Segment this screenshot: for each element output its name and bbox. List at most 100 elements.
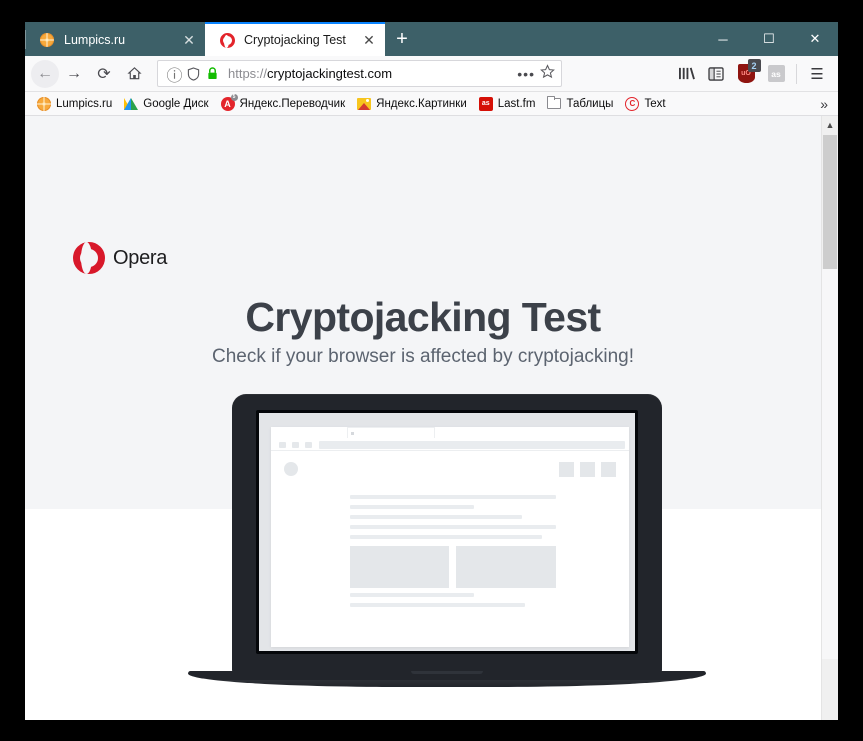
mock-browser-window (271, 427, 629, 647)
mock-text-line (350, 603, 525, 607)
mock-widget (580, 462, 595, 477)
scroll-down-icon[interactable]: ▼ (822, 715, 838, 721)
bookmark-yandex-images[interactable]: Яндекс.Картинки (351, 93, 473, 115)
extension-toolbar: uO 2 as ☰ (671, 59, 832, 88)
orange-slice-icon (37, 96, 51, 111)
opera-o-icon (73, 242, 105, 274)
tab-title: Lumpics.ru (64, 32, 126, 47)
bookmark-tablitsy-folder[interactable]: Таблицы (541, 93, 619, 115)
home-glyph (126, 67, 142, 80)
tab-cryptojacking-test[interactable]: Cryptojacking Test ✕ (205, 22, 385, 56)
home-icon[interactable] (119, 60, 149, 88)
yandex-images-icon (357, 97, 372, 111)
shield-icon[interactable] (184, 64, 203, 83)
scrollbar-track[interactable] (822, 269, 838, 659)
bookmark-lastfm[interactable]: as Last.fm (473, 93, 542, 115)
toolbar-divider (796, 63, 797, 84)
bookmark-label: Таблицы (566, 97, 614, 110)
ublock-origin-icon[interactable]: uO 2 (731, 59, 761, 88)
reload-icon[interactable]: ⟳ (89, 60, 119, 88)
close-icon[interactable]: ✕ (359, 30, 379, 50)
ublock-badge: 2 (747, 59, 761, 72)
bookmark-google-drive[interactable]: Google Диск (118, 93, 214, 115)
forward-icon[interactable]: → (59, 60, 89, 88)
laptop-bezel (256, 410, 638, 654)
mock-image-block (350, 546, 449, 588)
tab-title: Cryptojacking Test (244, 33, 346, 47)
mock-url-field (319, 441, 625, 449)
mock-text-line (350, 515, 522, 519)
mock-text-line (350, 495, 556, 499)
bookmark-label: Lumpics.ru (56, 97, 113, 110)
bookmark-label: Google Диск (143, 97, 209, 110)
close-icon[interactable]: ✕ (179, 30, 199, 50)
laptop-screen (259, 413, 635, 651)
mock-image-block (456, 546, 556, 588)
opera-icon (219, 32, 235, 48)
back-icon[interactable]: ← (31, 59, 59, 88)
bookmark-star-icon[interactable] (540, 63, 555, 84)
url-host: cryptojackingtest.com (267, 66, 393, 81)
laptop-base-gloss (215, 680, 677, 687)
bookmark-label: Text (644, 97, 666, 110)
ublock-shield: uO 2 (737, 59, 761, 83)
mock-text-line (350, 535, 542, 539)
hamburger-menu-icon[interactable]: ☰ (802, 60, 832, 88)
sidebar-icon[interactable] (701, 60, 731, 88)
bookmark-label: Яндекс.Переводчик (239, 97, 346, 110)
scroll-up-icon[interactable]: ▲ (822, 116, 838, 133)
bookmark-text[interactable]: C Text (619, 93, 671, 115)
page-viewport: Opera Cryptojacking Test Check if your b… (25, 116, 838, 720)
url-scheme: https:// (228, 66, 268, 81)
padlock-icon[interactable] (203, 64, 222, 83)
new-tab-button[interactable]: + (385, 23, 419, 56)
orange-slice-icon (39, 32, 55, 48)
mock-nav-dot (292, 442, 299, 448)
mock-page-body (271, 451, 629, 647)
mock-widget (559, 462, 574, 477)
copyright-icon: C (625, 96, 640, 111)
navigation-toolbar: ← → ⟳ ⓘ https://cryptojackingtest.com ••… (25, 56, 838, 92)
page-content: Opera Cryptojacking Test Check if your b… (25, 116, 821, 720)
close-window-icon[interactable]: ✕ (792, 22, 838, 56)
library-icon[interactable] (671, 60, 701, 88)
bookmark-lumpics[interactable]: Lumpics.ru (31, 93, 118, 115)
tab-lumpics[interactable]: Lumpics.ru ✕ (25, 23, 205, 56)
bookmarks-overflow-icon[interactable]: » (820, 96, 832, 112)
vertical-scrollbar[interactable]: ▲ ▼ (821, 116, 838, 720)
page-info-icon[interactable]: ⓘ (165, 64, 184, 85)
screenshot-root: Lumpics.ru ✕ Cryptojacking Test ✕ + ─ ☐ … (0, 0, 863, 741)
mock-widget (601, 462, 616, 477)
mock-text-line (350, 505, 474, 509)
mock-avatar (284, 462, 298, 476)
opera-brand-logo: Opera (73, 242, 167, 274)
google-drive-icon (124, 97, 139, 111)
bookmark-label: Last.fm (497, 97, 536, 110)
laptop-illustration (25, 394, 821, 694)
mock-tab-row (271, 427, 629, 438)
minimize-icon[interactable]: ─ (700, 22, 746, 56)
mock-nav-dot (305, 442, 312, 448)
url-text[interactable]: https://cryptojackingtest.com (228, 66, 512, 81)
mock-text-line (350, 593, 474, 597)
page-subtitle: Check if your browser is affected by cry… (211, 346, 635, 367)
maximize-icon[interactable]: ☐ (746, 22, 792, 56)
window-controls: ─ ☐ ✕ (700, 22, 838, 56)
mock-tab (347, 427, 435, 438)
page-actions-icon[interactable]: ••• (512, 66, 540, 82)
lastfm-icon: as (478, 96, 493, 111)
mock-nav-dot (279, 442, 286, 448)
yandex-translate-icon: A5 (220, 93, 238, 111)
lastfm-label: as (767, 65, 785, 82)
folder-icon (547, 96, 562, 111)
address-bar[interactable]: ⓘ https://cryptojackingtest.com ••• (157, 60, 562, 87)
lastfm-extension-icon[interactable]: as (761, 60, 791, 88)
browser-window: Lumpics.ru ✕ Cryptojacking Test ✕ + ─ ☐ … (25, 22, 838, 720)
opera-wordmark: Opera (113, 246, 168, 269)
page-title: Cryptojacking Test (245, 294, 601, 340)
tab-strip: Lumpics.ru ✕ Cryptojacking Test ✕ + (25, 22, 419, 56)
bookmark-yandex-translate[interactable]: A5 Яндекс.Переводчик (215, 93, 352, 115)
laptop-lid (232, 394, 662, 674)
scrollbar-thumb[interactable] (823, 135, 837, 269)
mock-url-row (271, 438, 629, 451)
